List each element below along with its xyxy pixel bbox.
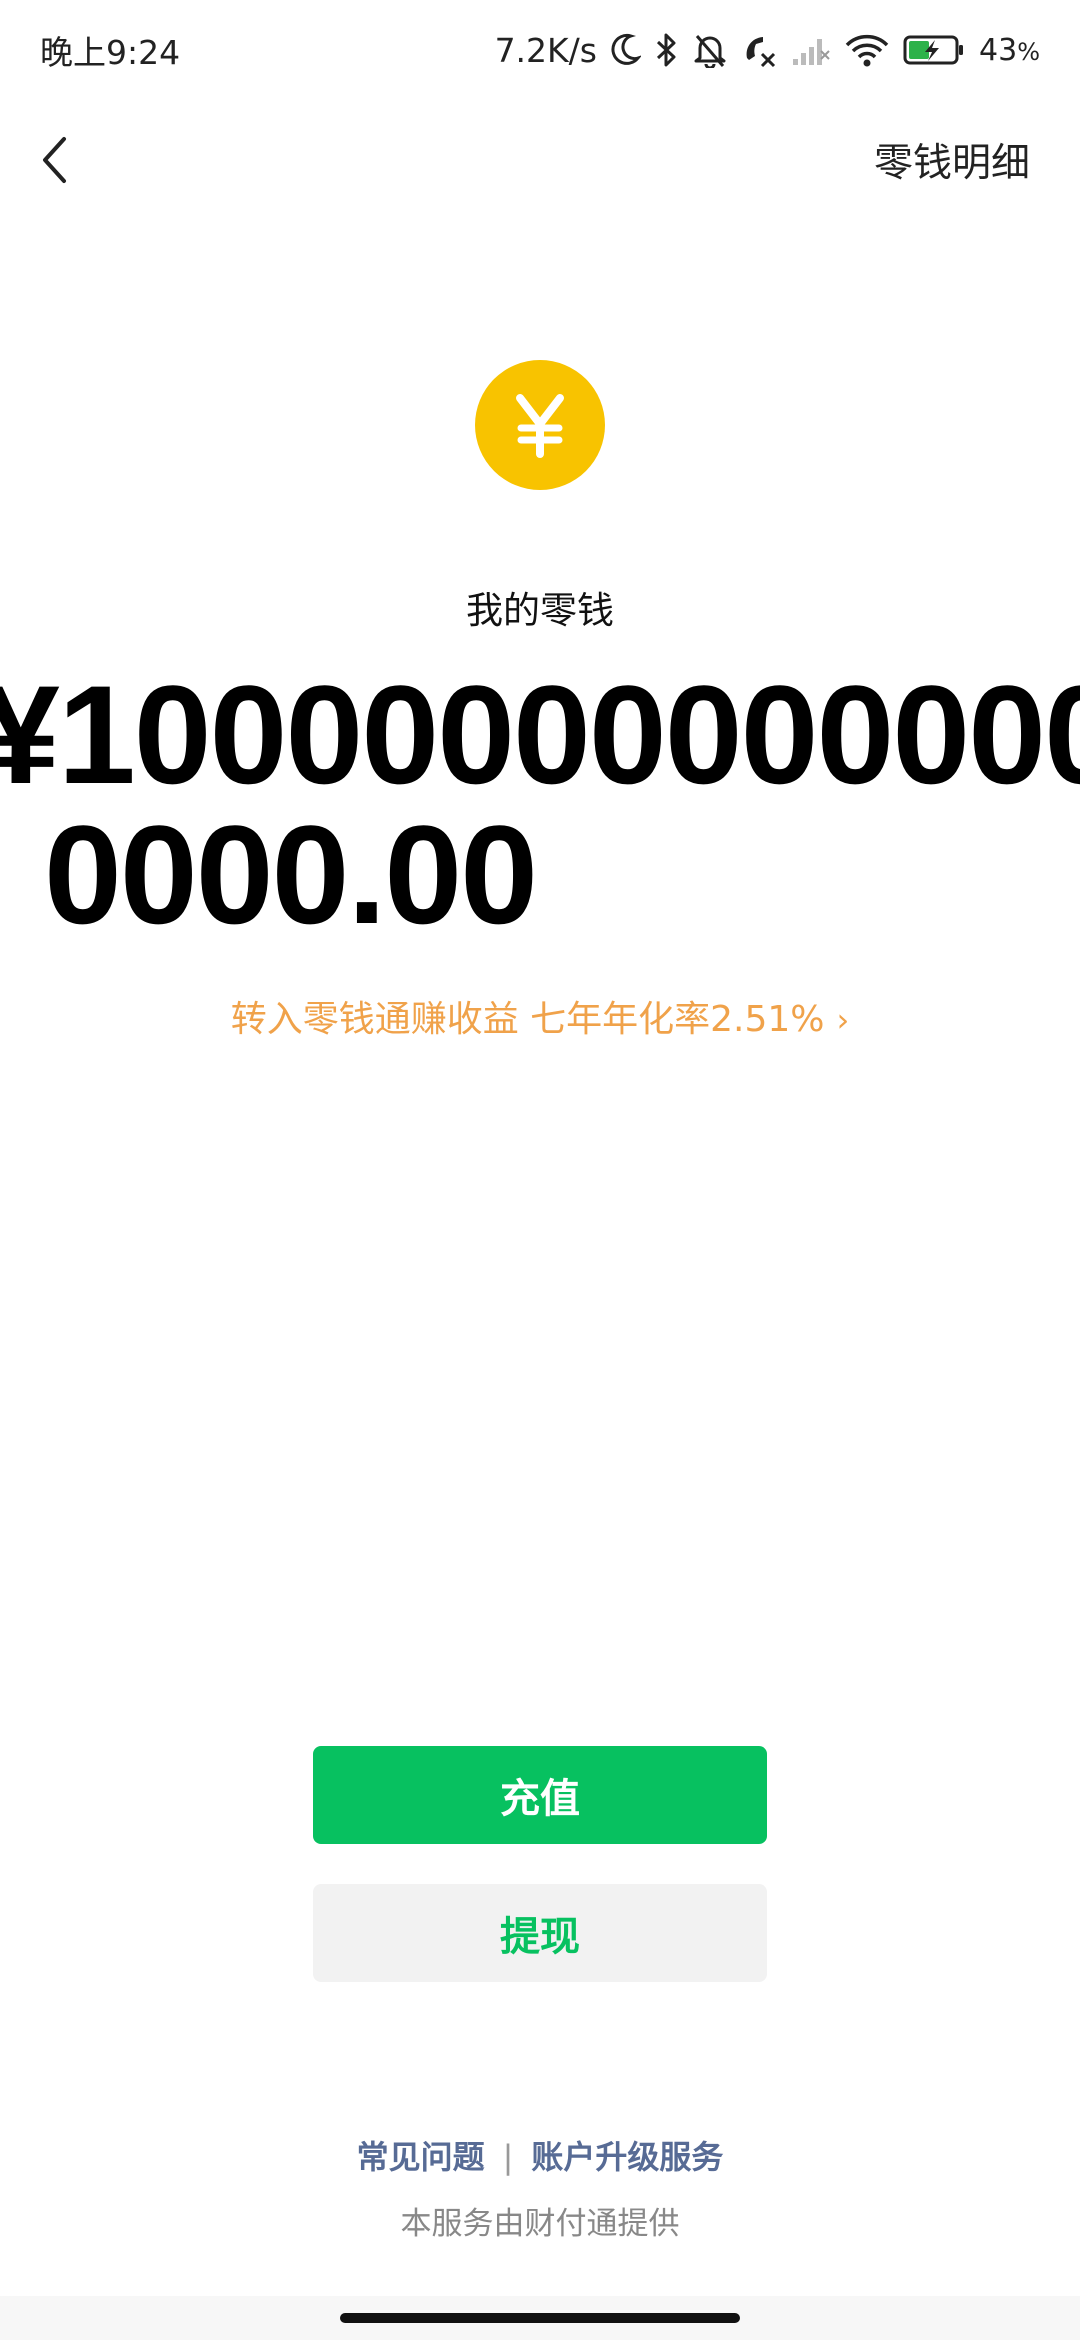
balance-line-2: 0000.00 [44,796,538,950]
status-bar: 晚上9:24 7.2K/s 43% [0,0,1080,100]
faq-link[interactable]: 常见问题 [357,2138,485,2176]
account-upgrade-link[interactable]: 账户升级服务 [531,2138,723,2176]
provider-note: 本服务由财付通提供 [400,2206,680,2242]
chevron-right-icon: › [836,1001,850,1039]
recharge-button[interactable]: 充值 [313,1746,767,1844]
lingqiantong-promo-link[interactable]: 转入零钱通赚收益 七年年化率2.51% › [0,990,1080,1042]
net-speed: 7.2K/s [494,30,597,70]
withdraw-button[interactable]: 提现 [313,1884,767,1982]
yuan-coin-icon [475,360,605,490]
call-x-icon [746,37,776,68]
signal-icon [793,39,830,65]
wifi-icon [845,34,889,67]
yuan-symbol-icon [516,394,564,458]
mute-bell-icon [694,35,726,68]
status-icons: 7.2K/s 43% [495,31,1040,70]
chevron-left-icon [43,137,66,183]
nav-bar: 零钱明细 [0,110,1080,210]
status-time: 晚上9:24 [40,33,181,72]
home-indicator[interactable] [340,2313,740,2323]
wallet-screen: 晚上9:24 7.2K/s 43% 零钱明细 我的零钱 ¥10000000000… [0,0,1080,2340]
promo-text: 转入零钱通赚收益 七年年化率2.51% [230,999,825,1040]
footer-separator: | [502,2138,514,2176]
balance-amount: ¥10000000000000 0000.00 [0,650,1080,950]
footer-links: 常见问题 | 账户升级服务 [0,2132,1080,2178]
balance-line-1: ¥10000000000000 [0,656,1080,813]
back-button[interactable] [40,130,80,190]
bluetooth-icon [656,33,676,67]
transaction-details-link[interactable]: 零钱明细 [874,132,1030,188]
wallet-title: 我的零钱 [466,589,614,632]
battery-percent: 43% [979,32,1040,68]
battery-charging-icon [903,35,963,65]
moon-icon [611,33,641,65]
